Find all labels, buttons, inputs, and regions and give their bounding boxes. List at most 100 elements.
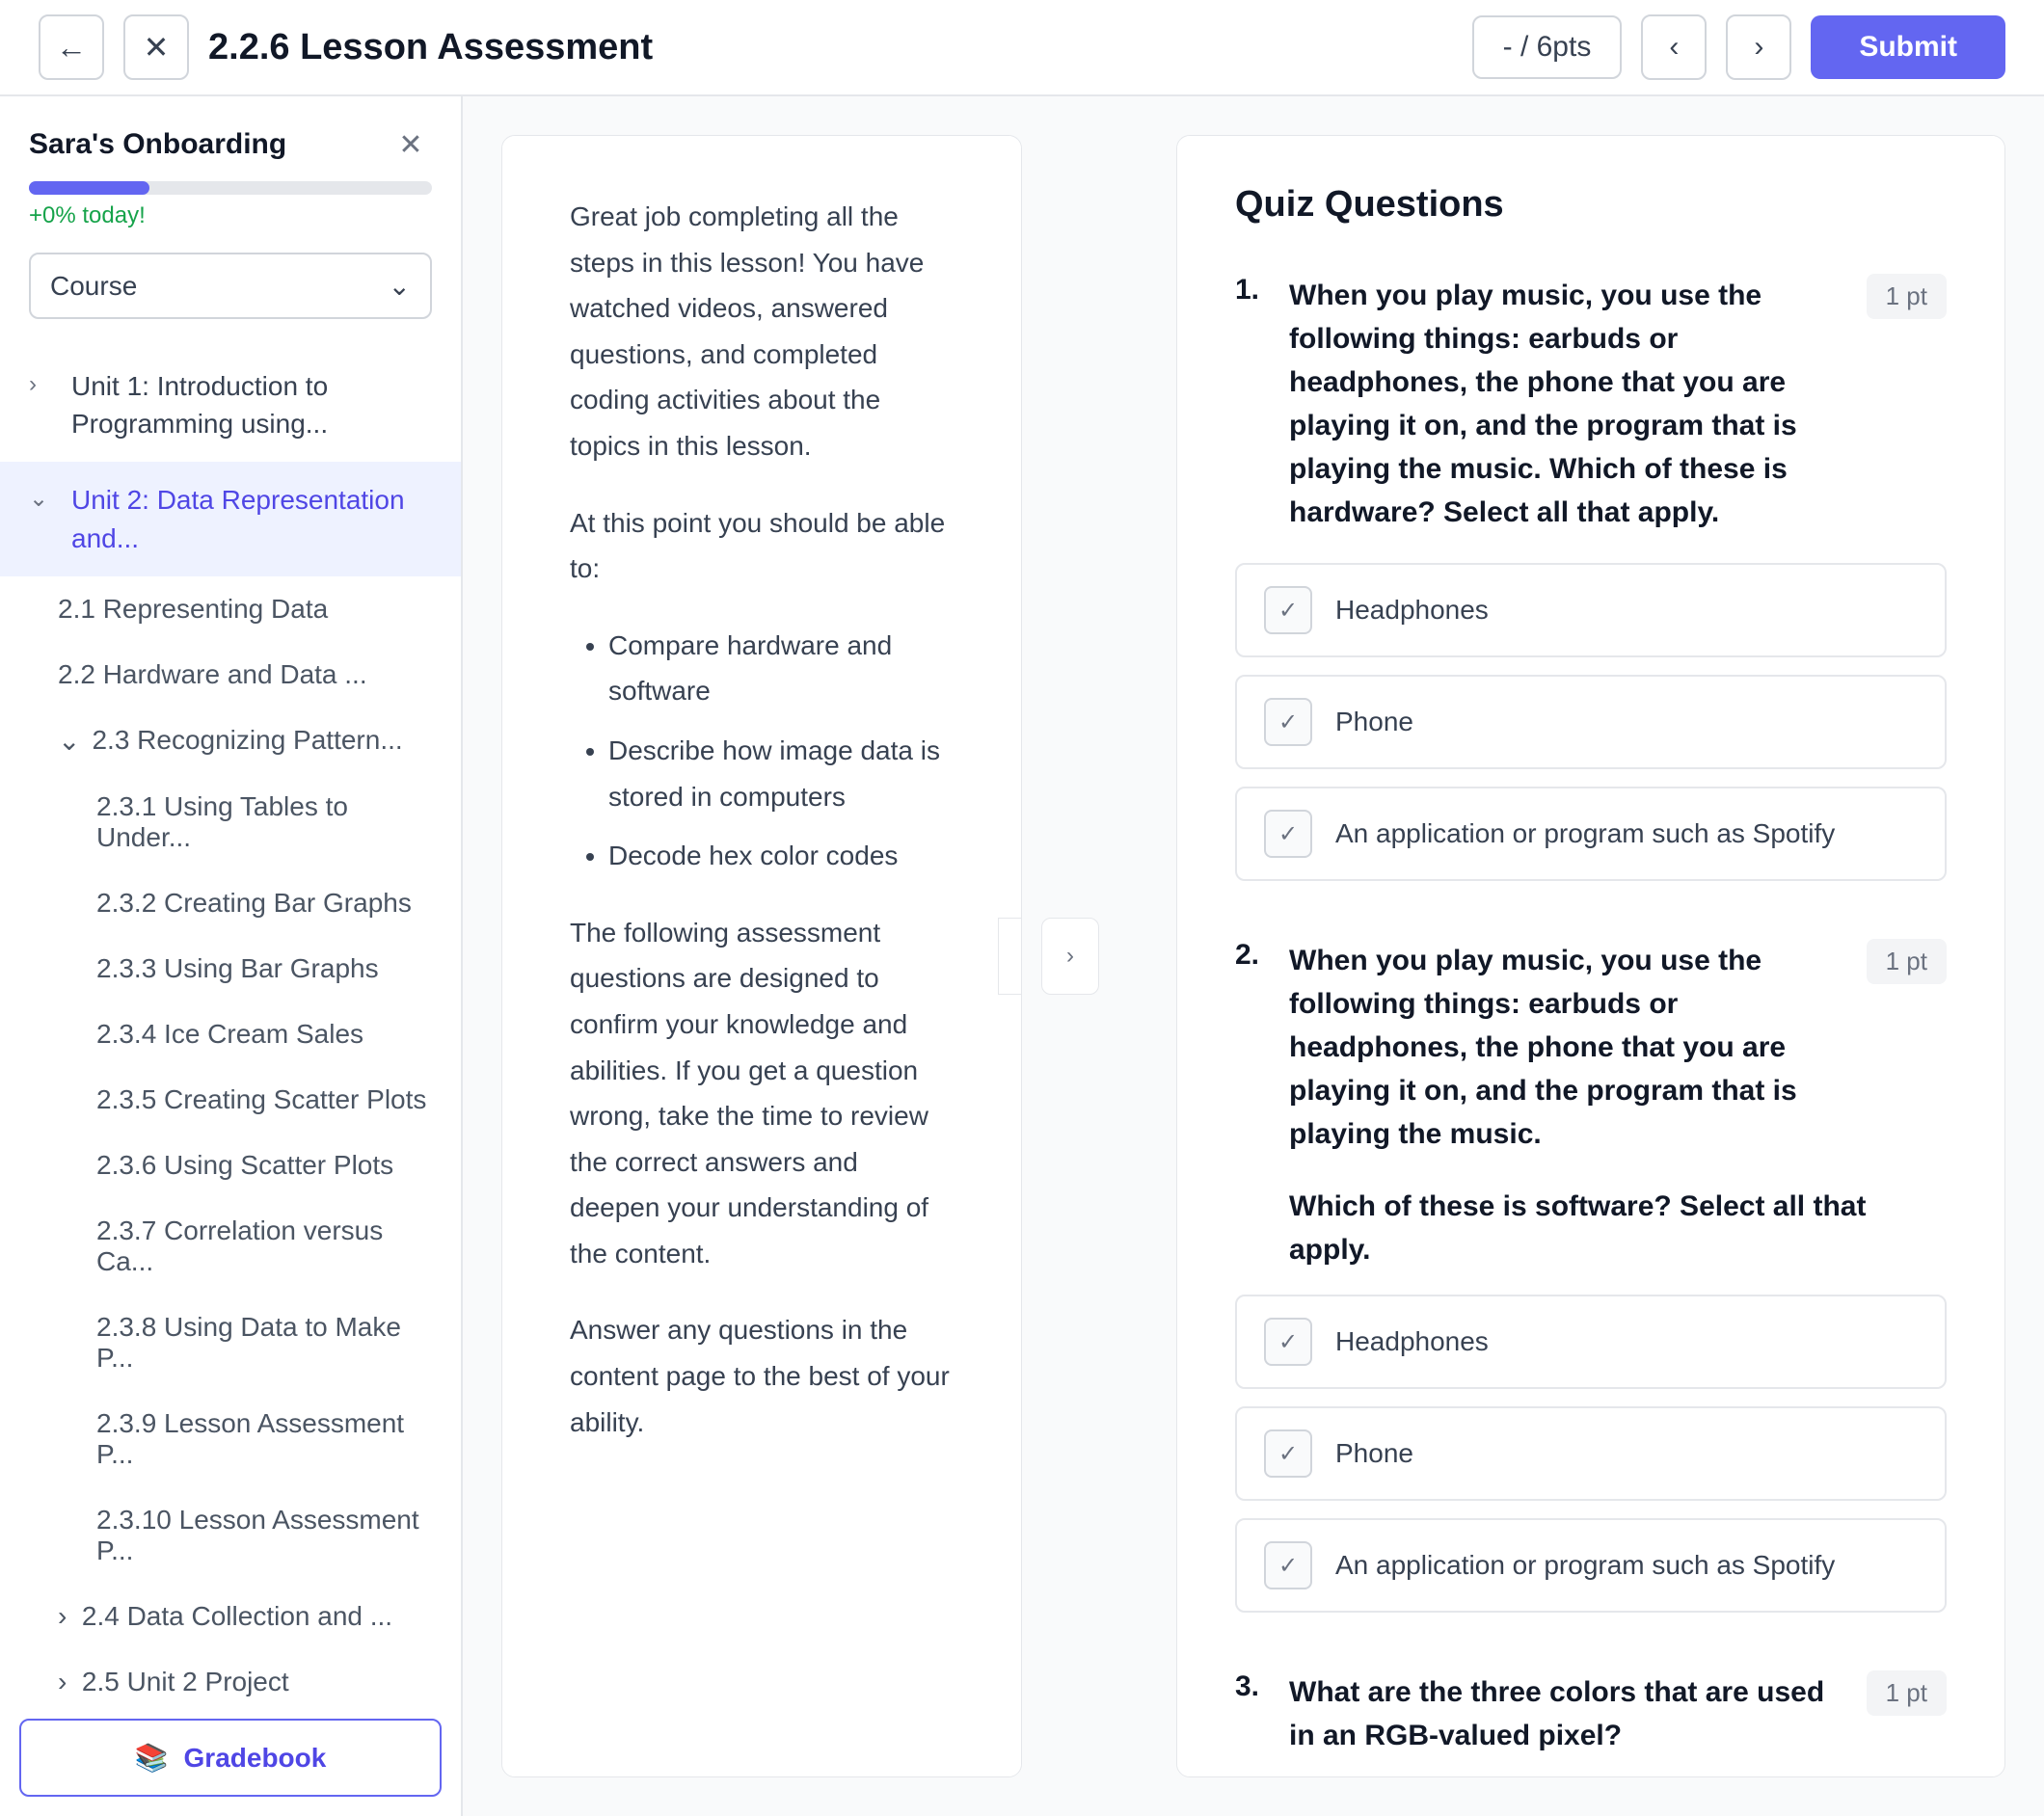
sidebar-item-2-3-6[interactable]: 2.3.6 Using Scatter Plots — [0, 1133, 461, 1198]
panel-toggle-button[interactable]: ‹ — [998, 918, 1022, 995]
next-icon: › — [1754, 31, 1763, 64]
sidebar-item-label: Unit 2: Data Representation and... — [71, 481, 432, 556]
checkbox-2-2[interactable]: ✓ — [1264, 1429, 1312, 1478]
option-label: Phone — [1335, 707, 1413, 737]
prev-button[interactable]: ‹ — [1641, 14, 1707, 80]
pts-badge: - / 6pts — [1472, 15, 1623, 79]
sidebar-close-button[interactable]: ✕ — [390, 123, 432, 166]
chevron-right-icon: › — [1066, 943, 1074, 970]
prev-icon: ‹ — [1669, 31, 1679, 64]
question-3: 3. What are the three colors that are us… — [1235, 1670, 1947, 1777]
question-2-option-3[interactable]: ✓ An application or program such as Spot… — [1235, 1518, 1947, 1613]
gradebook-label: Gradebook — [184, 1743, 327, 1774]
option-label: Headphones — [1335, 595, 1489, 626]
sidebar-nav: › Unit 1: Introduction to Programming us… — [0, 338, 461, 1699]
page-title: 2.2.6 Lesson Assessment — [208, 27, 653, 68]
question-3-num: 3. — [1235, 1670, 1274, 1703]
question-2-option-1[interactable]: ✓ Headphones — [1235, 1295, 1947, 1389]
progress-bar-track — [29, 181, 432, 195]
sidebar-item-2-3-2[interactable]: 2.3.2 Creating Bar Graphs — [0, 870, 461, 936]
lesson-panel: Great job completing all the steps in th… — [501, 135, 1022, 1777]
option-label: An application or program such as Spotif… — [1335, 818, 1835, 849]
sidebar-item-2-3-8[interactable]: 2.3.8 Using Data to Make P... — [0, 1295, 461, 1391]
chevron-right-icon: › — [58, 1601, 67, 1631]
chevron-down-icon: ⌄ — [29, 485, 56, 513]
sidebar-item-2-3[interactable]: ⌄ 2.3 Recognizing Pattern... — [0, 708, 461, 774]
quiz-title: Quiz Questions — [1235, 184, 1947, 226]
back-button[interactable]: ← — [39, 14, 104, 80]
question-2-num-text: 2. When you play music, you use the foll… — [1235, 939, 1847, 1156]
sidebar-item-2-4[interactable]: › 2.4 Data Collection and ... — [0, 1584, 461, 1649]
question-3-pts: 1 pt — [1867, 1670, 1947, 1716]
instruction-text: Answer any questions in the content page… — [570, 1307, 954, 1445]
question-1-num-text: 1. When you play music, you use the foll… — [1235, 274, 1847, 534]
question-3-num-text: 3. What are the three colors that are us… — [1235, 1670, 1847, 1757]
chevron-right-icon: › — [58, 1667, 67, 1696]
course-label: Course — [50, 271, 137, 302]
chevron-right-icon: › — [29, 371, 56, 398]
question-1-text: When you play music, you use the followi… — [1289, 274, 1847, 534]
checkbox-1-2[interactable]: ✓ — [1264, 698, 1312, 746]
checkbox-1-3[interactable]: ✓ — [1264, 810, 1312, 858]
chevron-down-icon: ⌄ — [389, 270, 411, 302]
sidebar-item-2-3-7[interactable]: 2.3.7 Correlation versus Ca... — [0, 1198, 461, 1295]
question-1-option-3[interactable]: ✓ An application or program such as Spot… — [1235, 787, 1947, 881]
ability-item: Decode hex color codes — [608, 833, 954, 879]
sidebar-item-unit1[interactable]: › Unit 1: Introduction to Programming us… — [0, 348, 461, 462]
question-1-pts: 1 pt — [1867, 274, 1947, 319]
sidebar-item-2-3-10[interactable]: 2.3.10 Lesson Assessment P... — [0, 1487, 461, 1584]
sidebar-item-2-3-5[interactable]: 2.3.5 Creating Scatter Plots — [0, 1067, 461, 1133]
topbar: ← ✕ 2.2.6 Lesson Assessment - / 6pts ‹ ›… — [0, 0, 2044, 96]
question-2-sub-text: Which of these is software? Select all t… — [1289, 1185, 1947, 1271]
sidebar-item-2-2[interactable]: 2.2 Hardware and Data ... — [0, 642, 461, 708]
sidebar-item-label: Unit 1: Introduction to Programming usin… — [71, 367, 432, 442]
question-2-option-2[interactable]: ✓ Phone — [1235, 1406, 1947, 1501]
close-icon: ✕ — [144, 29, 170, 66]
sidebar-item-2-3-4[interactable]: 2.3.4 Ice Cream Sales — [0, 1001, 461, 1067]
question-1-header: 1. When you play music, you use the foll… — [1235, 274, 1947, 534]
sidebar: Sara's Onboarding ✕ +0% today! Course ⌄ … — [0, 96, 463, 1816]
sidebar-item-2-1[interactable]: 2.1 Representing Data — [0, 576, 461, 642]
next-button[interactable]: › — [1726, 14, 1791, 80]
main-layout: Sara's Onboarding ✕ +0% today! Course ⌄ … — [0, 96, 2044, 1816]
question-2-text: When you play music, you use the followi… — [1289, 939, 1847, 1156]
checkbox-1-1[interactable]: ✓ — [1264, 586, 1312, 634]
progress-label: +0% today! — [29, 202, 432, 229]
gradebook-button[interactable]: 📚 Gradebook — [19, 1719, 442, 1797]
sidebar-item-2-3-1[interactable]: 2.3.1 Using Tables to Under... — [0, 774, 461, 870]
abilities-list: Compare hardware and software Describe h… — [608, 623, 954, 879]
sidebar-item-2-3-9[interactable]: 2.3.9 Lesson Assessment P... — [0, 1391, 461, 1487]
assessment-text: The following assessment questions are d… — [570, 910, 954, 1277]
question-2-header: 2. When you play music, you use the foll… — [1235, 939, 1947, 1156]
sidebar-header: Sara's Onboarding ✕ +0% today! Course ⌄ — [0, 96, 461, 338]
content-toggle-button[interactable]: › — [1041, 918, 1099, 995]
back-icon: ← — [56, 30, 87, 66]
lesson-intro: Great job completing all the steps in th… — [570, 194, 954, 469]
sidebar-item-2-3-3[interactable]: 2.3.3 Using Bar Graphs — [0, 936, 461, 1001]
topbar-right: - / 6pts ‹ › Submit — [1472, 14, 2005, 80]
sidebar-title-row: Sara's Onboarding ✕ — [29, 123, 432, 166]
quiz-panel: Quiz Questions 1. When you play music, y… — [1176, 135, 2005, 1777]
sidebar-title: Sara's Onboarding — [29, 128, 286, 161]
right-toggle-area: › — [1041, 96, 1099, 1816]
ability-item: Describe how image data is stored in com… — [608, 728, 954, 819]
checkbox-2-3[interactable]: ✓ — [1264, 1541, 1312, 1589]
content-area: Great job completing all the steps in th… — [463, 96, 2044, 1816]
question-2-num: 2. — [1235, 939, 1274, 972]
option-label: An application or program such as Spotif… — [1335, 1550, 1835, 1581]
question-2-pts: 1 pt — [1867, 939, 1947, 984]
close-button[interactable]: ✕ — [123, 14, 189, 80]
topbar-left: ← ✕ 2.2.6 Lesson Assessment — [39, 14, 1453, 80]
sidebar-item-2-5[interactable]: › 2.5 Unit 2 Project — [0, 1649, 461, 1699]
checkbox-2-1[interactable]: ✓ — [1264, 1318, 1312, 1366]
question-1-option-1[interactable]: ✓ Headphones — [1235, 563, 1947, 657]
progress-bar-fill — [29, 181, 149, 195]
submit-button[interactable]: Submit — [1811, 15, 2005, 79]
gradebook-icon: 📚 — [135, 1742, 169, 1774]
question-2: 2. When you play music, you use the foll… — [1235, 939, 1947, 1613]
question-1-option-2[interactable]: ✓ Phone — [1235, 675, 1947, 769]
course-select[interactable]: Course ⌄ — [29, 253, 432, 319]
sidebar-item-unit2[interactable]: ⌄ Unit 2: Data Representation and... — [0, 462, 461, 575]
lesson-text: Great job completing all the steps in th… — [570, 194, 954, 1445]
question-1: 1. When you play music, you use the foll… — [1235, 274, 1947, 881]
